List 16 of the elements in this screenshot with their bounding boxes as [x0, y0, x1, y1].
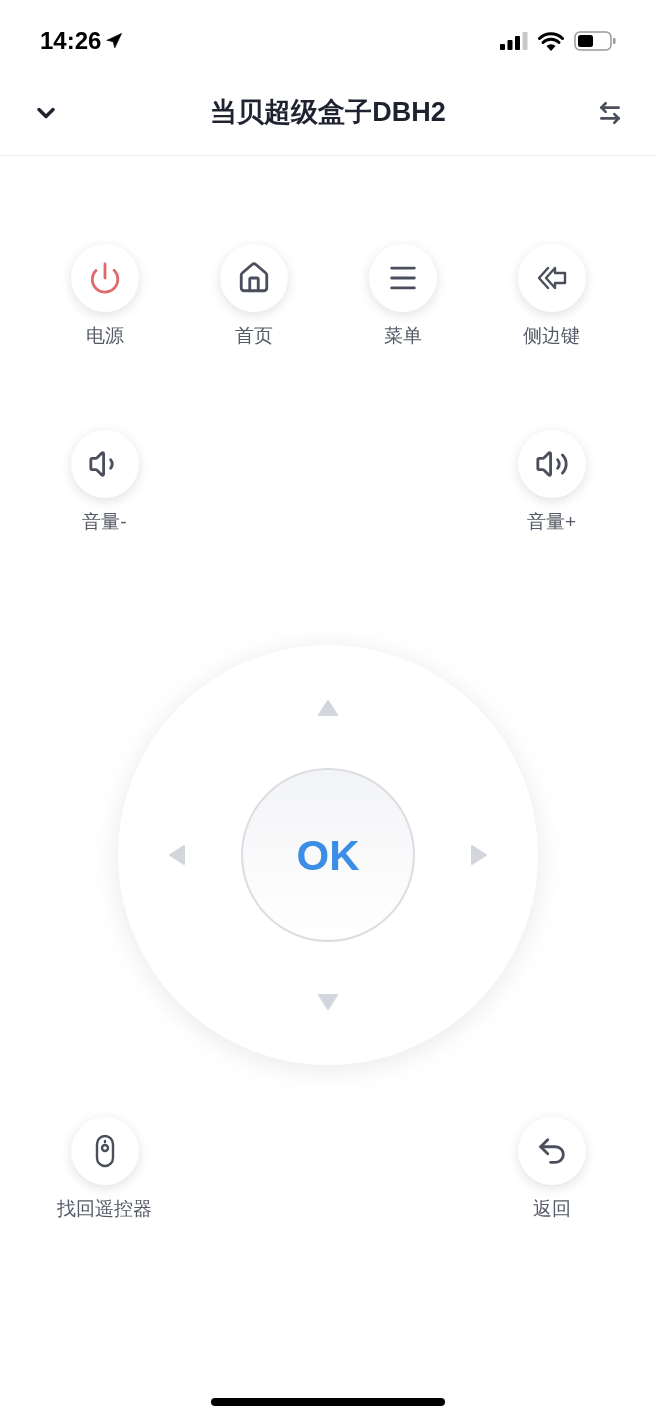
device-title: 当贝超级盒子DBH2 [210, 96, 446, 130]
swap-icon [597, 99, 623, 126]
signal-icon [500, 32, 528, 50]
button-label: 音量- [82, 510, 127, 534]
status-time: 14:26 [40, 26, 102, 56]
button-label: 返回 [532, 1197, 571, 1221]
ok-button[interactable]: OK [241, 768, 415, 942]
button-label: 找回遥控器 [57, 1197, 152, 1221]
location-icon [105, 32, 124, 50]
button-label: 音量+ [526, 510, 577, 534]
button-label: 电源 [85, 324, 124, 348]
button-label: 侧边键 [523, 324, 580, 348]
wifi-icon [538, 31, 564, 51]
button-label: 菜单 [383, 324, 422, 348]
button-label: 首页 [234, 324, 273, 348]
battery-icon [574, 31, 616, 51]
